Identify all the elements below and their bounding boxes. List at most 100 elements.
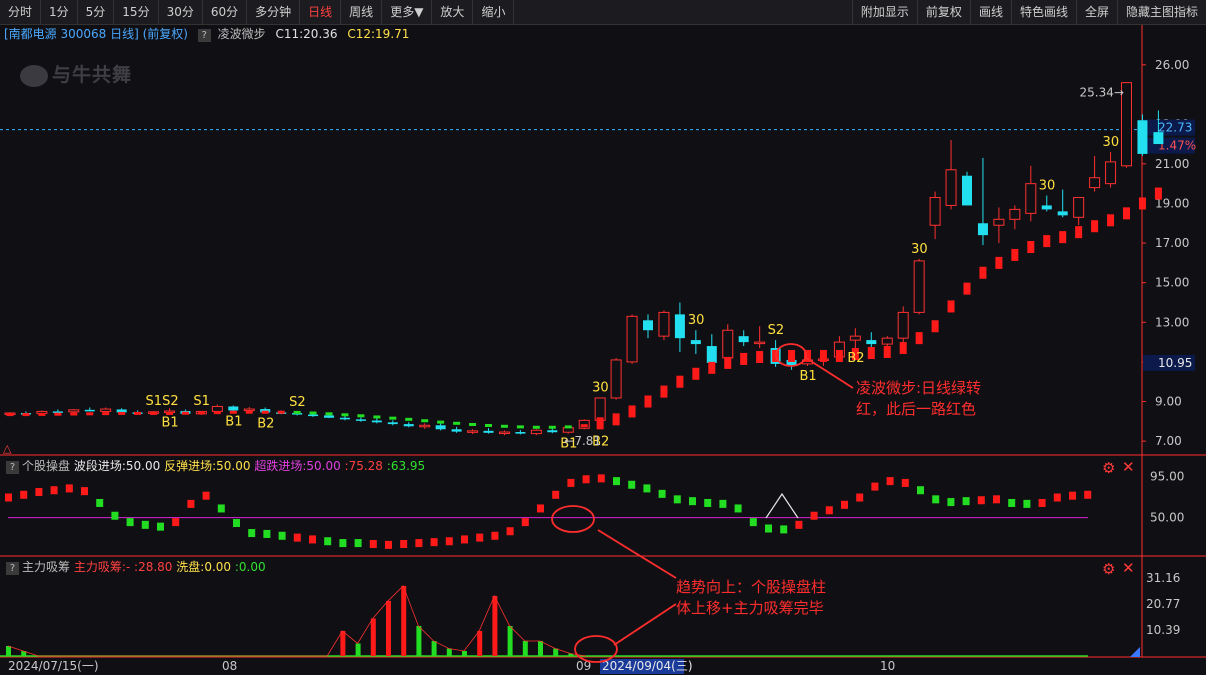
stock-chart-canvas[interactable]: 26.0023.0021.0019.0017.0015.0013.0011.00… bbox=[0, 0, 1206, 675]
osc-marker bbox=[65, 484, 73, 493]
osc-marker bbox=[825, 506, 833, 515]
osc-marker bbox=[673, 495, 681, 504]
ma-marker bbox=[628, 405, 636, 418]
y-tick-label: 95.00 bbox=[1150, 470, 1184, 484]
osc-marker bbox=[552, 490, 560, 499]
ma-marker bbox=[277, 410, 285, 414]
ma-marker bbox=[6, 413, 14, 417]
signal-label: 30 bbox=[911, 242, 928, 257]
y-tick-label: 20.77 bbox=[1146, 597, 1180, 611]
ma-marker bbox=[835, 349, 843, 362]
osc-marker bbox=[1053, 493, 1061, 502]
pct-change-label: 1.47% bbox=[1158, 139, 1196, 153]
ma-marker bbox=[309, 411, 317, 415]
accum-bar bbox=[431, 640, 437, 656]
osc-marker bbox=[202, 491, 210, 500]
ma-marker bbox=[22, 413, 30, 417]
ma-marker bbox=[453, 421, 461, 425]
osc-marker bbox=[157, 522, 164, 531]
ma-marker bbox=[54, 412, 62, 416]
signal-label: 30 bbox=[1103, 135, 1120, 150]
osc-marker bbox=[81, 487, 88, 496]
osc-marker bbox=[35, 488, 43, 497]
ma-marker bbox=[660, 385, 668, 398]
ma-marker bbox=[485, 423, 492, 427]
candle-body bbox=[881, 337, 893, 345]
candle-body bbox=[722, 329, 734, 359]
osc-marker bbox=[856, 493, 864, 502]
ma-marker bbox=[947, 300, 955, 313]
osc-marker bbox=[491, 531, 499, 540]
ma-marker bbox=[341, 413, 349, 417]
osc-marker bbox=[993, 495, 1000, 504]
candle-body bbox=[1025, 183, 1037, 214]
candle-body bbox=[1041, 205, 1052, 210]
annotation-text: 体上移+主力吸筹完毕 bbox=[676, 599, 824, 617]
ma-marker bbox=[899, 342, 907, 355]
candle-body bbox=[754, 341, 766, 345]
y-tick-label: 15.00 bbox=[1155, 276, 1189, 290]
annotation-text: 趋势向上：个股操盘柱 bbox=[676, 578, 826, 596]
ma-marker bbox=[788, 349, 796, 362]
osc-marker bbox=[369, 539, 377, 548]
ma-marker bbox=[1075, 226, 1083, 239]
ma-marker bbox=[150, 411, 158, 415]
candle-body bbox=[68, 409, 80, 413]
accum-bar bbox=[538, 640, 543, 656]
ma-marker bbox=[692, 367, 700, 380]
candle-body bbox=[228, 406, 239, 411]
y-tick-label: 7.00 bbox=[1155, 434, 1182, 448]
osc-marker bbox=[400, 539, 408, 548]
candle-body bbox=[1073, 197, 1085, 218]
candle-body bbox=[308, 414, 319, 417]
osc-marker bbox=[537, 504, 544, 513]
candle-body bbox=[849, 335, 861, 341]
ma-marker bbox=[325, 412, 333, 416]
accum-bar bbox=[355, 643, 361, 656]
candle-body bbox=[643, 320, 653, 331]
osc-marker bbox=[309, 535, 316, 544]
osc-marker bbox=[689, 497, 696, 506]
signal-label: 30 bbox=[688, 313, 705, 328]
y-tick-label: 50.00 bbox=[1150, 511, 1184, 525]
ma-marker bbox=[166, 411, 173, 415]
osc-marker bbox=[567, 478, 575, 487]
low-price-label: ←7.81 bbox=[564, 434, 601, 448]
ma-marker bbox=[516, 425, 524, 429]
candle-body bbox=[435, 425, 446, 430]
candle-body bbox=[324, 415, 334, 418]
scroll-corner-icon bbox=[1130, 647, 1140, 657]
y-tick-label: 10.39 bbox=[1146, 623, 1180, 637]
osc-marker bbox=[628, 480, 636, 489]
osc-marker bbox=[810, 511, 818, 520]
warning-icon: △ bbox=[3, 442, 12, 455]
osc-marker bbox=[50, 486, 58, 495]
candle-body bbox=[403, 424, 414, 427]
cross-price-label: 10.95 bbox=[1158, 356, 1192, 370]
osc-marker bbox=[719, 499, 727, 508]
osc-marker bbox=[780, 525, 788, 534]
accum-bar bbox=[370, 618, 376, 656]
ma-marker bbox=[564, 425, 572, 429]
osc-marker bbox=[5, 493, 12, 502]
accum-bar bbox=[477, 630, 483, 656]
signal-label: B1 bbox=[800, 369, 817, 384]
candle-body bbox=[84, 409, 95, 412]
ma-marker bbox=[708, 361, 716, 374]
osc-marker bbox=[339, 539, 347, 548]
candle-body bbox=[498, 431, 510, 435]
candle-body bbox=[387, 422, 398, 425]
ma-marker bbox=[357, 414, 365, 418]
ma-marker bbox=[389, 416, 397, 420]
candle-body bbox=[913, 260, 925, 313]
osc-marker bbox=[263, 529, 271, 538]
y-tick-label: 21.00 bbox=[1155, 157, 1189, 171]
candle-body bbox=[467, 430, 479, 433]
ma-marker bbox=[580, 424, 588, 428]
osc-marker bbox=[871, 482, 879, 491]
annotation-arrow bbox=[597, 529, 677, 579]
accum-bar bbox=[462, 650, 467, 656]
osc-marker bbox=[704, 498, 712, 507]
candle-body bbox=[626, 315, 638, 363]
candle-body bbox=[339, 417, 350, 420]
